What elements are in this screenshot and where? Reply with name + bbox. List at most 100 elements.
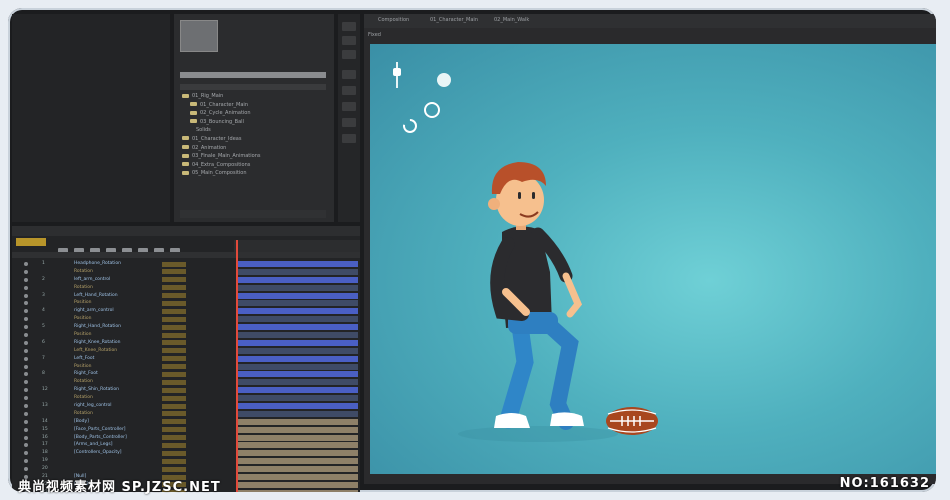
- visibility-eye-icon[interactable]: [24, 372, 28, 377]
- layer-parent-control[interactable]: [162, 387, 186, 393]
- layer-row[interactable]: Rotation: [12, 378, 360, 386]
- visibility-eye-icon[interactable]: [24, 301, 28, 306]
- layer-parent-control[interactable]: [162, 324, 186, 330]
- layer-duration-bar[interactable]: [238, 300, 358, 307]
- visibility-eye-icon[interactable]: [24, 269, 28, 274]
- layer-parent-control[interactable]: [162, 277, 186, 283]
- project-item[interactable]: 02_Animation: [182, 144, 261, 153]
- layer-parent-control[interactable]: [162, 340, 186, 346]
- visibility-eye-icon[interactable]: [24, 317, 28, 322]
- layer-parent-control[interactable]: [162, 403, 186, 409]
- visibility-eye-icon[interactable]: [24, 467, 28, 472]
- tool-button[interactable]: [342, 50, 356, 59]
- visibility-eye-icon[interactable]: [24, 404, 28, 409]
- visibility-eye-icon[interactable]: [24, 356, 28, 361]
- layer-duration-bar[interactable]: [238, 387, 358, 394]
- visibility-eye-icon[interactable]: [24, 380, 28, 385]
- layer-parent-control[interactable]: [162, 395, 186, 401]
- layer-duration-bar[interactable]: [238, 261, 358, 267]
- layer-duration-bar[interactable]: [238, 442, 358, 449]
- project-item[interactable]: 01_Rig_Main: [182, 92, 261, 101]
- layer-parent-control[interactable]: [162, 427, 186, 433]
- layer-parent-control[interactable]: [162, 348, 186, 354]
- layer-row[interactable]: Position: [12, 363, 360, 371]
- project-search-input[interactable]: [180, 72, 326, 78]
- layer-parent-control[interactable]: [162, 261, 186, 267]
- layer-parent-control[interactable]: [162, 379, 186, 385]
- layer-parent-control[interactable]: [162, 442, 186, 448]
- layer-row[interactable]: 7 Left_Foot: [12, 355, 360, 363]
- layer-row[interactable]: 17 [Arms_and_Legs]: [12, 441, 360, 449]
- composition-canvas[interactable]: [370, 44, 936, 474]
- tool-button[interactable]: [342, 86, 356, 95]
- layer-duration-bar[interactable]: [238, 466, 358, 473]
- visibility-eye-icon[interactable]: [24, 325, 28, 330]
- layer-duration-bar[interactable]: [238, 379, 358, 386]
- layer-duration-bar[interactable]: [238, 355, 358, 362]
- visibility-eye-icon[interactable]: [24, 388, 28, 393]
- time-ruler[interactable]: [234, 240, 360, 252]
- layer-row[interactable]: Position: [12, 299, 360, 307]
- layer-parent-control[interactable]: [162, 269, 186, 275]
- visibility-eye-icon[interactable]: [24, 443, 28, 448]
- layer-parent-control[interactable]: [162, 316, 186, 322]
- visibility-eye-icon[interactable]: [24, 277, 28, 282]
- layer-parent-control[interactable]: [162, 293, 186, 299]
- layer-duration-bar[interactable]: [238, 276, 358, 283]
- tool-button[interactable]: [342, 102, 356, 111]
- visibility-eye-icon[interactable]: [24, 333, 28, 338]
- layer-parent-control[interactable]: [162, 466, 186, 472]
- layer-parent-control[interactable]: [162, 300, 186, 306]
- layer-row[interactable]: 14 [Body]: [12, 418, 360, 426]
- layer-parent-control[interactable]: [162, 308, 186, 314]
- visibility-eye-icon[interactable]: [24, 451, 28, 456]
- project-item[interactable]: 02_Cycle_Animation: [182, 109, 261, 118]
- visibility-eye-icon[interactable]: [24, 262, 28, 266]
- layer-duration-bar[interactable]: [238, 434, 358, 441]
- layer-row[interactable]: Rotation: [12, 410, 360, 418]
- project-item[interactable]: Solids: [182, 126, 261, 135]
- layer-parent-control[interactable]: [162, 458, 186, 464]
- layer-row[interactable]: 1 Headphone_Rotation: [12, 260, 360, 268]
- layer-duration-bar[interactable]: [238, 450, 358, 457]
- tool-button[interactable]: [342, 134, 356, 143]
- visibility-eye-icon[interactable]: [24, 427, 28, 432]
- layer-duration-bar[interactable]: [238, 481, 358, 488]
- visibility-eye-icon[interactable]: [24, 348, 28, 353]
- layer-duration-bar[interactable]: [238, 403, 358, 410]
- layer-row[interactable]: 12 Right_Shin_Rotation: [12, 386, 360, 394]
- layer-parent-control[interactable]: [162, 332, 186, 338]
- layer-row[interactable]: Rotation: [12, 284, 360, 292]
- layer-row[interactable]: 6 Right_Knee_Rotation: [12, 339, 360, 347]
- layer-parent-control[interactable]: [162, 435, 186, 441]
- layer-row[interactable]: Position: [12, 331, 360, 339]
- timecode-display[interactable]: [16, 238, 46, 246]
- visibility-eye-icon[interactable]: [24, 411, 28, 416]
- visibility-eye-icon[interactable]: [24, 435, 28, 440]
- tab-composition[interactable]: Composition: [374, 17, 413, 25]
- visibility-eye-icon[interactable]: [24, 293, 28, 298]
- rotate-control-icon[interactable]: [403, 73, 451, 133]
- layer-row[interactable]: 19: [12, 457, 360, 465]
- tool-button[interactable]: [342, 36, 356, 45]
- layer-duration-bar[interactable]: [238, 371, 358, 378]
- layer-row[interactable]: Rotation: [12, 268, 360, 276]
- layer-row[interactable]: 5 Right_Hand_Rotation: [12, 323, 360, 331]
- layer-duration-bar[interactable]: [238, 395, 358, 402]
- layer-duration-bar[interactable]: [238, 316, 358, 323]
- layer-duration-bar[interactable]: [238, 268, 358, 275]
- layer-duration-bar[interactable]: [238, 410, 358, 417]
- layer-row[interactable]: 18 [Controllers_Opacity]: [12, 449, 360, 457]
- project-item[interactable]: 01_Character_Ideas: [182, 135, 261, 144]
- visibility-eye-icon[interactable]: [24, 285, 28, 290]
- layer-parent-control[interactable]: [162, 364, 186, 370]
- project-item[interactable]: 01_Character_Main: [182, 101, 261, 110]
- layer-row[interactable]: 16 [Body_Parts_Controller]: [12, 434, 360, 442]
- layer-parent-control[interactable]: [162, 285, 186, 291]
- layer-duration-bar[interactable]: [238, 324, 358, 331]
- tab-main-walk[interactable]: 02_Main_Walk: [490, 17, 533, 25]
- layer-row[interactable]: 20: [12, 465, 360, 473]
- visibility-eye-icon[interactable]: [24, 419, 28, 424]
- project-item[interactable]: 04_Extra_Compositions: [182, 161, 261, 170]
- layer-duration-bar[interactable]: [238, 332, 358, 339]
